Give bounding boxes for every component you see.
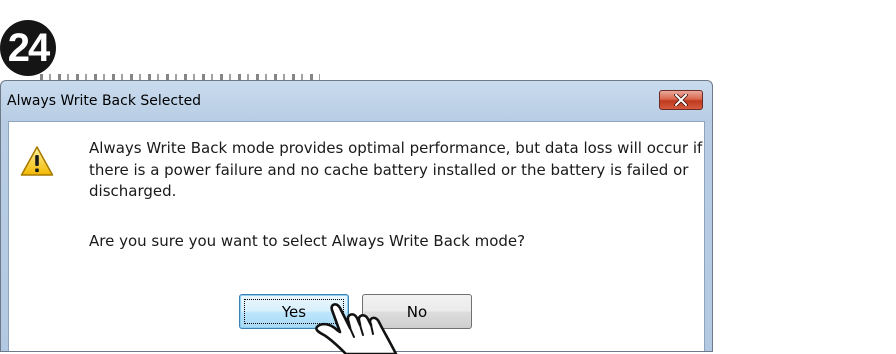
close-button[interactable] (659, 90, 703, 110)
warning-icon (20, 146, 54, 176)
warning-message: Always Write Back mode provides optimal … (89, 139, 703, 200)
title-bar[interactable]: Always Write Back Selected (1, 81, 712, 121)
close-icon (674, 94, 688, 106)
step-number-badge: 24 (0, 20, 56, 76)
hand-pointer-icon (315, 303, 398, 354)
confirmation-question: Are you sure you want to select Always W… (89, 232, 526, 250)
dialog-title: Always Write Back Selected (7, 93, 202, 109)
